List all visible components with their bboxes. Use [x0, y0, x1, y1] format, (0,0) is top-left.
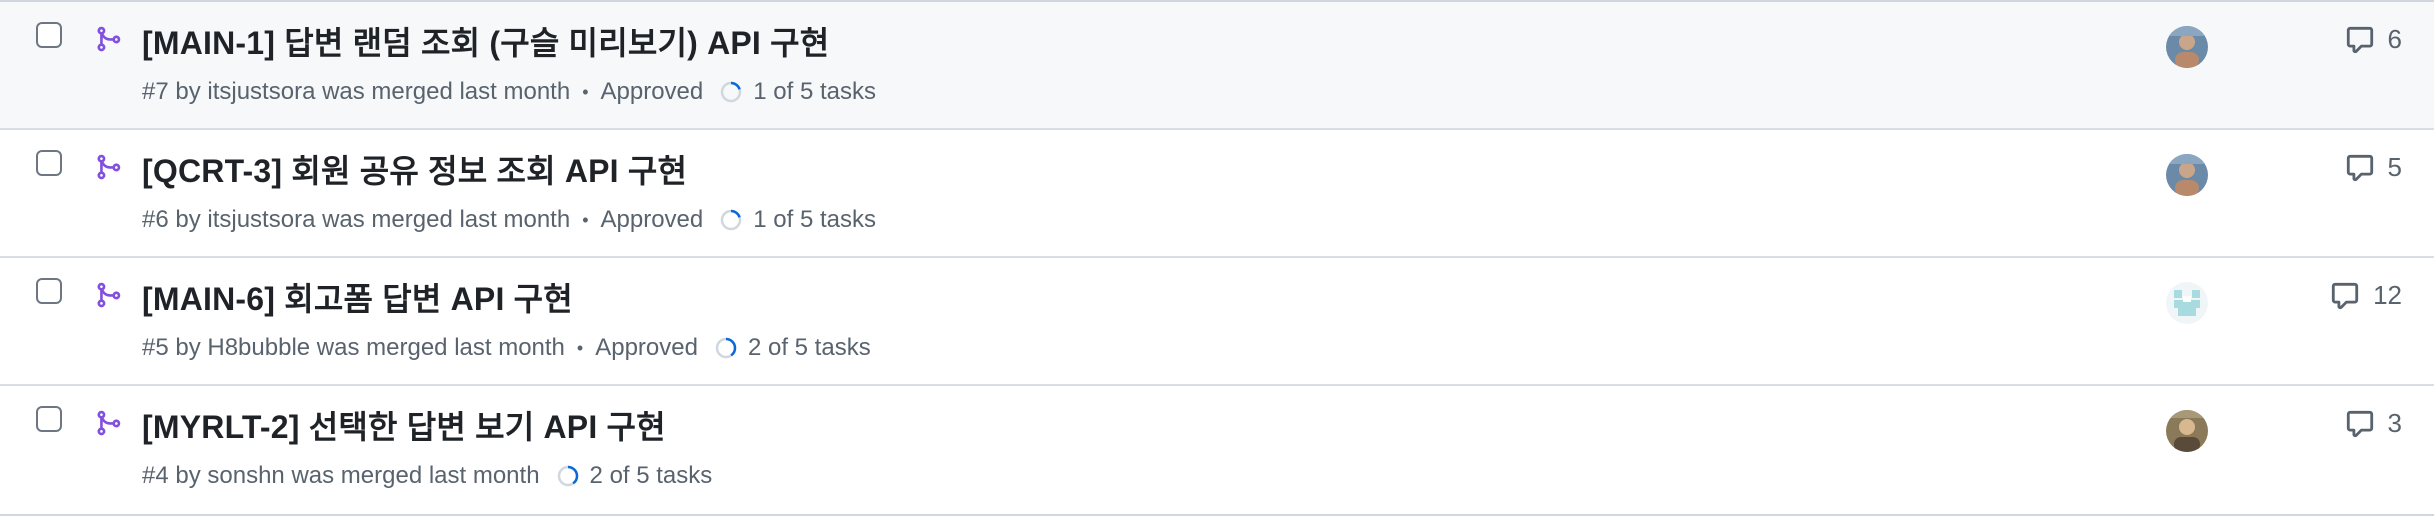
pull-request-meta: #4 by sonshn was merged last month 2 of …: [142, 462, 712, 490]
git-merge-icon: [97, 154, 121, 180]
select-checkbox[interactable]: [36, 22, 62, 48]
separator-dot: •: [582, 81, 589, 102]
comments-link[interactable]: 3: [2344, 408, 2402, 439]
assignee-avatar[interactable]: [2166, 410, 2208, 452]
pull-request-list: [MAIN-1] 답변 랜덤 조회 (구슬 미리보기) API 구현 #7 by…: [0, 0, 2434, 516]
comment-icon: [2346, 154, 2373, 181]
comment-count: 3: [2387, 408, 2402, 438]
review-status[interactable]: Approved: [601, 206, 704, 234]
task-progress-text[interactable]: 1 of 5 tasks: [753, 206, 876, 234]
comments-link[interactable]: 6: [2344, 24, 2402, 55]
pull-request-title-link[interactable]: [MAIN-6] 회고폼 답변 API 구현: [142, 274, 573, 320]
git-merge-icon: [97, 282, 121, 308]
separator-dot: •: [576, 337, 584, 358]
comments-link[interactable]: 5: [2344, 152, 2402, 183]
git-merge-icon: [97, 410, 121, 436]
pull-request-meta: #5 by H8bubble was merged last month • A…: [142, 334, 871, 362]
comment-icon: [2346, 410, 2373, 437]
pull-request-title-link[interactable]: [MAIN-1] 답변 랜덤 조회 (구슬 미리보기) API 구현: [142, 18, 829, 64]
comments-link[interactable]: 12: [2329, 280, 2402, 311]
pull-request-row[interactable]: [QCRT-3] 회원 공유 정보 조회 API 구현 #6 by itsjus…: [0, 130, 2434, 258]
task-progress-icon: [721, 81, 742, 103]
pull-request-meta: #7 by itsjustsora was merged last month …: [142, 78, 876, 106]
pull-request-title-link[interactable]: [QCRT-3] 회원 공유 정보 조회 API 구현: [142, 146, 687, 192]
task-progress-icon: [557, 465, 578, 487]
comment-count: 5: [2387, 152, 2402, 182]
task-progress-text[interactable]: 2 of 5 tasks: [748, 334, 871, 362]
comment-count: 12: [2373, 280, 2402, 310]
pull-request-row[interactable]: [MAIN-1] 답변 랜덤 조회 (구슬 미리보기) API 구현 #7 by…: [0, 2, 2434, 130]
assignee-avatar[interactable]: [2166, 26, 2208, 68]
assignee-avatar[interactable]: [2166, 154, 2208, 196]
merged-info: #4 by sonshn was merged last month: [142, 462, 540, 489]
merged-info: #7 by itsjustsora was merged last month: [142, 78, 571, 105]
comment-icon: [2346, 26, 2373, 53]
pull-request-row[interactable]: [MYRLT-2] 선택한 답변 보기 API 구현 #4 by sonshn …: [0, 386, 2434, 514]
merged-info: #6 by itsjustsora was merged last month: [142, 206, 571, 233]
select-checkbox[interactable]: [36, 406, 62, 432]
separator-dot: •: [582, 209, 589, 230]
assignee-avatar[interactable]: [2166, 282, 2208, 324]
review-status[interactable]: Approved: [595, 334, 698, 362]
task-progress-text[interactable]: 1 of 5 tasks: [753, 78, 876, 106]
comment-icon: [2331, 282, 2359, 309]
review-status[interactable]: Approved: [601, 78, 704, 106]
pull-request-meta: #6 by itsjustsora was merged last month …: [142, 206, 876, 234]
merged-info: #5 by H8bubble was merged last month: [142, 334, 565, 361]
select-checkbox[interactable]: [36, 150, 62, 176]
task-progress-icon: [715, 337, 737, 359]
comment-count: 6: [2387, 24, 2402, 54]
pull-request-row[interactable]: [MAIN-6] 회고폼 답변 API 구현 #5 by H8bubble wa…: [0, 258, 2434, 386]
task-progress-text[interactable]: 2 of 5 tasks: [590, 462, 713, 490]
select-checkbox[interactable]: [36, 278, 62, 304]
pull-request-title-link[interactable]: [MYRLT-2] 선택한 답변 보기 API 구현: [142, 402, 666, 448]
git-merge-icon: [97, 26, 121, 52]
task-progress-icon: [721, 209, 742, 231]
